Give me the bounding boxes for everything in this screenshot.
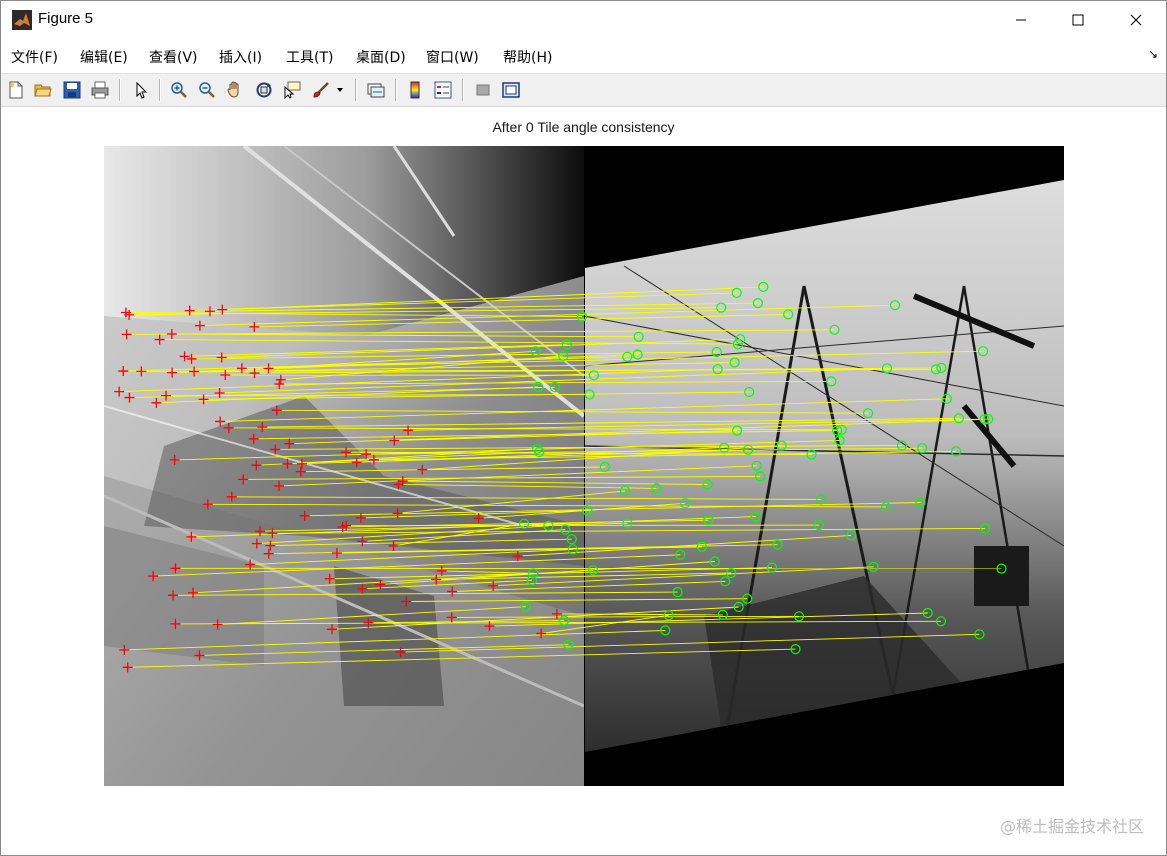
menu-insert[interactable]: 插入(I) bbox=[219, 47, 262, 67]
menu-bar: 文件(F) 编辑(E) 查看(V) 插入(I) 工具(T) 桌面(D) 窗口(W… bbox=[1, 41, 1166, 71]
matched-images-axes[interactable] bbox=[104, 146, 1064, 786]
data-cursor-button[interactable] bbox=[281, 79, 303, 101]
brush-button[interactable] bbox=[310, 79, 332, 101]
link-plot-button[interactable] bbox=[365, 79, 387, 101]
axes-title: After 0 Tile angle consistency bbox=[492, 119, 675, 135]
brush-icon bbox=[313, 82, 329, 98]
figure-toolbar bbox=[1, 73, 1166, 107]
insert-legend-button[interactable] bbox=[432, 79, 454, 101]
menu-window[interactable]: 窗口(W) bbox=[426, 47, 479, 67]
pan-hand-icon bbox=[227, 81, 239, 98]
close-button[interactable] bbox=[1107, 1, 1165, 39]
show-plot-tools-button[interactable] bbox=[500, 79, 522, 101]
close-icon bbox=[1130, 14, 1142, 26]
chevron-down-icon bbox=[337, 88, 343, 92]
open-file-button[interactable] bbox=[32, 79, 54, 101]
edit-plot-button[interactable] bbox=[130, 79, 152, 101]
match-line bbox=[346, 524, 819, 527]
minimize-button[interactable] bbox=[992, 1, 1050, 39]
brush-dropdown[interactable] bbox=[334, 79, 346, 101]
hide-plot-tools-icon bbox=[476, 84, 490, 96]
title-bar: Figure 5 bbox=[1, 1, 1166, 39]
zoom-in-button[interactable] bbox=[168, 79, 190, 101]
maximize-button[interactable] bbox=[1049, 1, 1107, 39]
hide-plot-tools-button[interactable] bbox=[472, 79, 494, 101]
menu-file[interactable]: 文件(F) bbox=[11, 47, 58, 67]
toolbar-separator bbox=[159, 79, 161, 101]
toolbar-separator bbox=[462, 79, 464, 101]
left-image bbox=[104, 146, 584, 786]
insert-colorbar-button[interactable] bbox=[404, 79, 426, 101]
watermark: @稀土掘金技术社区 bbox=[999, 817, 1144, 836]
window-title: Figure 5 bbox=[38, 10, 94, 27]
legend-icon bbox=[434, 81, 452, 99]
menu-edit[interactable]: 编辑(E) bbox=[80, 47, 128, 67]
edit-plot-arrow-icon bbox=[136, 81, 148, 99]
right-image bbox=[584, 146, 1064, 786]
figure-canvas: After 0 Tile angle consistency @稀土掘金技术社区 bbox=[1, 107, 1166, 855]
menu-help[interactable]: 帮助(H) bbox=[503, 47, 552, 67]
figure-window: Figure 5 文件(F) 编辑(E) 查看(V) 插入(I) 工具(T) 桌… bbox=[0, 0, 1167, 856]
toolbar-separator bbox=[355, 79, 357, 101]
rotate-3d-button[interactable] bbox=[253, 79, 275, 101]
dock-figure-icon[interactable]: ↘ bbox=[1148, 47, 1158, 61]
pan-button[interactable] bbox=[224, 79, 246, 101]
menu-tools[interactable]: 工具(T) bbox=[286, 47, 333, 67]
menu-view[interactable]: 查看(V) bbox=[149, 47, 198, 67]
show-plot-tools-icon bbox=[502, 82, 520, 98]
minimize-icon bbox=[1016, 19, 1026, 21]
zoom-out-icon bbox=[199, 82, 215, 98]
zoom-out-button[interactable] bbox=[196, 79, 218, 101]
open-file-icon bbox=[34, 84, 52, 97]
maximize-icon bbox=[1072, 14, 1084, 26]
print-button[interactable] bbox=[89, 79, 111, 101]
link-plot-icon bbox=[367, 83, 385, 98]
data-cursor-icon bbox=[284, 81, 301, 99]
zoom-in-icon bbox=[171, 82, 187, 98]
colorbar-icon bbox=[410, 81, 420, 99]
matlab-logo-icon bbox=[12, 10, 32, 30]
save-button[interactable] bbox=[61, 79, 83, 101]
print-icon bbox=[91, 81, 109, 99]
new-figure-icon bbox=[9, 81, 23, 99]
toolbar-separator bbox=[395, 79, 397, 101]
rotate-3d-icon bbox=[256, 82, 272, 98]
menu-desktop[interactable]: 桌面(D) bbox=[356, 47, 406, 67]
toolbar-separator bbox=[119, 79, 121, 101]
new-figure-button[interactable] bbox=[5, 79, 27, 101]
save-icon bbox=[63, 81, 81, 99]
